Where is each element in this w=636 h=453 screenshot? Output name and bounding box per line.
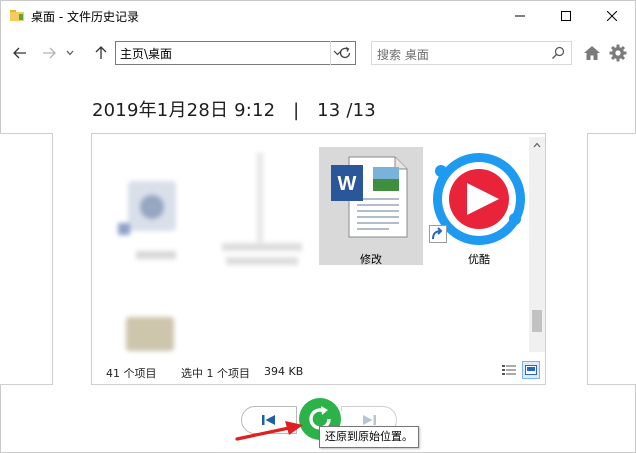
snapshot-position: 13 /13 [317, 100, 376, 121]
previous-version-panel[interactable] [0, 133, 53, 385]
file-pane: W 修改 优酷 41 个项目 选中 1 个项目 394 KB [91, 133, 546, 385]
large-icons-view-icon [525, 365, 537, 375]
minimize-button[interactable] [497, 1, 543, 31]
vertical-scrollbar[interactable] [529, 137, 545, 352]
title-bar: 桌面 - 文件历史记录 [1, 1, 635, 31]
file-item[interactable] [102, 147, 206, 265]
blurred-file-name [226, 257, 298, 265]
chevron-up-icon [533, 142, 541, 148]
close-icon [607, 11, 617, 21]
snapshot-date: 2019年1月28日 9:12 [92, 100, 276, 121]
refresh-icon [339, 46, 351, 59]
file-item[interactable] [210, 147, 314, 265]
minimize-icon [515, 15, 525, 17]
shortcut-arrow-icon [429, 225, 447, 243]
details-view-button[interactable] [500, 361, 518, 379]
folder-icon [10, 10, 24, 21]
large-icons-view-button[interactable] [522, 361, 540, 379]
navigation-bar: 主页\桌面 搜索 桌面 [1, 38, 635, 70]
selection-size: 394 KB [264, 365, 304, 378]
annotation-arrow-icon [235, 421, 303, 441]
snapshot-heading: 2019年1月28日 9:12 | 13 /13 [92, 96, 376, 122]
blurred-file-name [222, 243, 302, 251]
arrow-up-icon [95, 46, 107, 59]
scrollbar-thumb[interactable] [532, 310, 542, 332]
address-separator [330, 41, 331, 65]
file-item-youku-shortcut[interactable]: 优酷 [427, 147, 531, 266]
next-version-panel[interactable] [587, 133, 636, 385]
blurred-file-icon [118, 177, 182, 235]
file-item[interactable] [102, 301, 206, 353]
file-name: 优酷 [468, 253, 490, 266]
selection-count: 选中 1 个项目 [181, 367, 250, 380]
search-icon [552, 46, 565, 59]
arrow-right-icon [43, 47, 56, 59]
search-placeholder: 搜索 桌面 [377, 48, 429, 62]
recent-locations-button[interactable] [62, 42, 78, 64]
forward-button[interactable] [38, 42, 60, 64]
svg-text:W: W [338, 173, 357, 195]
file-name: 修改 [360, 253, 382, 266]
restore-tooltip: 还原到原始位置。 [319, 426, 419, 448]
file-history-window: 桌面 - 文件历史记录 主页\桌面 搜索 桌面 2019年1月28日 9:12 … [0, 0, 636, 453]
gear-icon[interactable] [609, 44, 627, 62]
details-view-icon [502, 365, 516, 375]
address-bar[interactable]: 主页\桌面 [115, 41, 356, 65]
heading-separator: | [293, 100, 300, 121]
address-text: 主页\桌面 [120, 47, 173, 61]
search-box[interactable]: 搜索 桌面 [371, 41, 572, 65]
refresh-button[interactable] [334, 42, 356, 64]
arrow-left-icon [13, 47, 26, 59]
up-button[interactable] [90, 42, 112, 64]
back-button[interactable] [9, 42, 31, 64]
maximize-button[interactable] [543, 1, 589, 31]
close-button[interactable] [589, 1, 635, 31]
blurred-file-icon [257, 153, 263, 243]
skip-next-icon [363, 415, 376, 425]
file-item-word-document[interactable]: W 修改 [319, 147, 423, 266]
word-document-icon: W [331, 156, 408, 238]
status-bar: 41 个项目 选中 1 个项目 394 KB [92, 355, 545, 383]
blurred-file-name [136, 251, 176, 259]
item-count: 41 个项目 [106, 367, 157, 380]
blurred-file-icon [126, 317, 174, 351]
maximize-icon [561, 11, 571, 21]
home-icon[interactable] [583, 44, 601, 62]
chevron-down-icon [66, 50, 74, 56]
window-title: 桌面 - 文件历史记录 [31, 10, 139, 24]
scroll-up-button[interactable] [529, 137, 545, 153]
